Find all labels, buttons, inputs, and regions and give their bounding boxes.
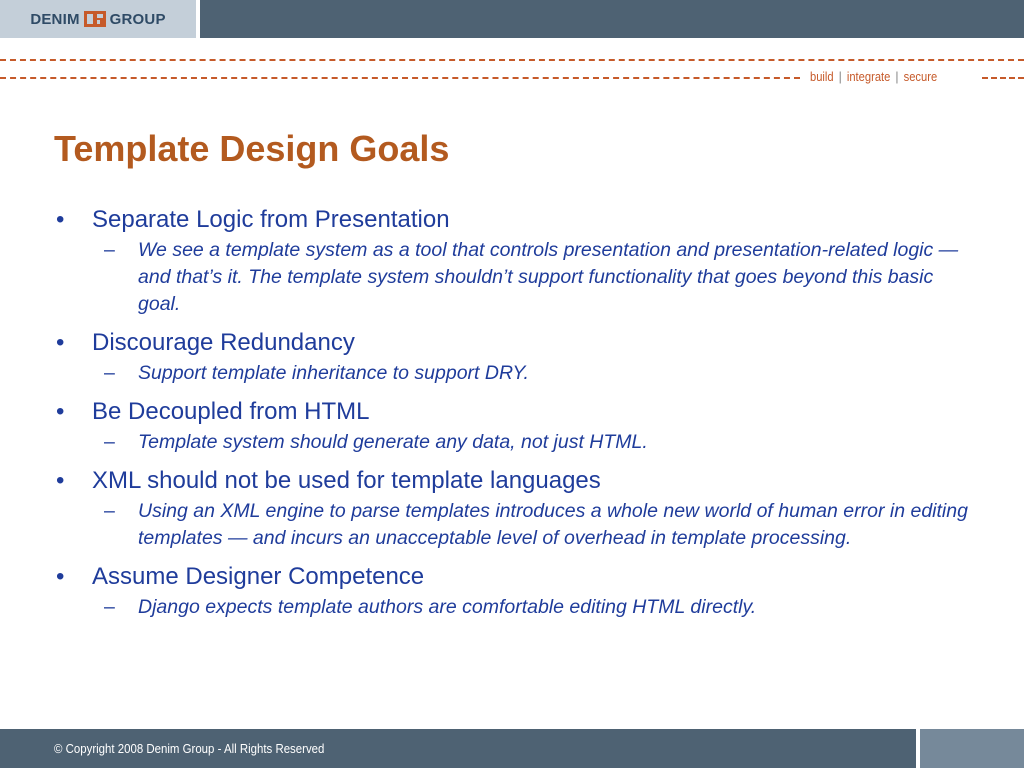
sub-bullet-item: – We see a template system as a tool tha… (104, 237, 976, 318)
sub-bullet-text: Template system should generate any data… (138, 431, 648, 453)
tagline-build: build (810, 69, 834, 84)
sub-bullet-text: Support template inheritance to support … (138, 362, 529, 384)
logo-mark-icon (83, 11, 106, 27)
logo-word-left: DENIM (30, 10, 80, 28)
tagline: build | integrate | secure (810, 69, 937, 87)
sub-bullet-text: Django expects template authors are comf… (138, 596, 757, 618)
dashed-rule-bottom-end (982, 77, 1024, 79)
sub-bullet-marker: – (104, 362, 115, 384)
sub-bullet-item: – Support template inheritance to suppor… (104, 360, 976, 387)
slide-body: • Separate Logic from Presentation – We … (56, 205, 976, 631)
bullet-marker: • (56, 467, 65, 494)
bullet-text: Assume Designer Competence (92, 563, 425, 590)
bullet-marker: • (56, 206, 65, 233)
sub-bullet-text: Using an XML engine to parse templates i… (138, 500, 968, 549)
dashed-rule-top (0, 59, 1024, 61)
footer-accent-block (920, 729, 1024, 768)
bullet-text: Discourage Redundancy (92, 329, 355, 356)
logo-text: DENIM GROUP (30, 11, 165, 28)
tagline-separator: | (838, 69, 842, 84)
tagline-separator: | (895, 69, 899, 84)
bullet-text: Be Decoupled from HTML (92, 398, 370, 425)
tagline-integrate: integrate (846, 69, 891, 84)
logo-word-right: GROUP (109, 10, 166, 28)
slide-title: Template Design Goals (54, 128, 450, 169)
bullet-marker: • (56, 329, 65, 356)
sub-bullet-item: – Django expects template authors are co… (104, 594, 976, 621)
bullet-item: • Assume Designer Competence (56, 562, 976, 592)
bullet-text: Separate Logic from Presentation (92, 206, 450, 233)
logo: DENIM GROUP (0, 0, 196, 38)
bullet-item: • XML should not be used for template la… (56, 466, 976, 496)
footer-bar: © Copyright 2008 Denim Group - All Right… (0, 729, 1024, 768)
tagline-secure: secure (903, 69, 938, 84)
bullet-item: • Separate Logic from Presentation (56, 205, 976, 235)
header-bar: DENIM GROUP (0, 0, 1024, 38)
sub-bullet-marker: – (104, 500, 115, 522)
bullet-item: • Be Decoupled from HTML (56, 397, 976, 427)
sub-bullet-item: – Template system should generate any da… (104, 429, 976, 456)
sub-bullet-item: – Using an XML engine to parse templates… (104, 498, 976, 552)
dashed-rule-bottom (0, 77, 800, 79)
copyright-text: © Copyright 2008 Denim Group - All Right… (54, 741, 325, 756)
bullet-marker: • (56, 398, 65, 425)
logo-divider (196, 0, 200, 38)
bullet-item: • Discourage Redundancy (56, 328, 976, 358)
sub-bullet-marker: – (104, 431, 115, 453)
sub-bullet-marker: – (104, 596, 115, 618)
sub-bullet-text: We see a template system as a tool that … (138, 239, 959, 315)
bullet-text: XML should not be used for template lang… (92, 467, 601, 494)
bullet-marker: • (56, 563, 65, 590)
sub-bullet-marker: – (104, 239, 115, 261)
